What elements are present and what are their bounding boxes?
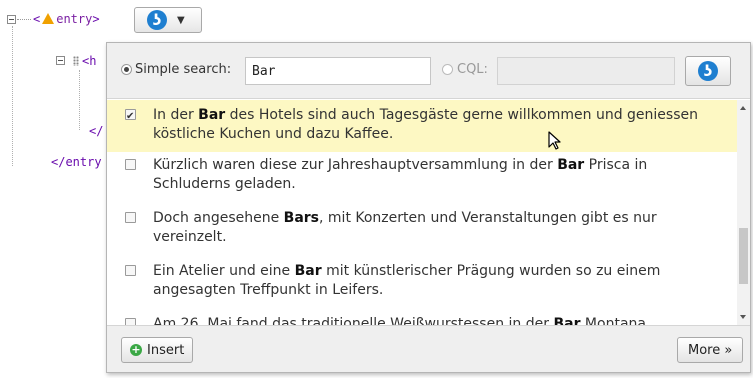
- result-row[interactable]: In der Bar des Hotels sind auch Tagesgäs…: [107, 100, 737, 152]
- match-highlight: Bar: [557, 157, 585, 173]
- tree-toggle-entry[interactable]: [7, 15, 16, 24]
- result-text: In der Bar des Hotels sind auch Tagesgäs…: [153, 107, 698, 142]
- insert-button-label: Insert: [147, 342, 185, 358]
- simple-search-label: Simple search:: [135, 62, 232, 77]
- korap-search-button[interactable]: ʖ ▼: [134, 7, 202, 33]
- xml-bracket: <: [33, 12, 41, 26]
- more-button[interactable]: More »: [677, 337, 744, 363]
- scroll-thumb[interactable]: [739, 228, 748, 284]
- xml-entry-close: </entry: [51, 155, 102, 169]
- result-text: Doch angesehene Bars, mit Konzerten und …: [153, 210, 657, 245]
- korap-logo-icon: ʖ: [147, 10, 167, 30]
- xml-bracket: </: [89, 124, 104, 138]
- match-highlight: Bar: [553, 316, 581, 325]
- tree-connector: [17, 19, 31, 20]
- korap-logo-icon: ʖ: [698, 61, 718, 81]
- warning-icon: [42, 13, 55, 24]
- match-highlight: Bar: [294, 263, 322, 279]
- match-highlight: Bar: [198, 107, 226, 123]
- scroll-down-arrow-icon[interactable]: [740, 315, 746, 319]
- results-scrollbar[interactable]: [737, 100, 750, 325]
- run-search-button[interactable]: ʖ: [685, 56, 731, 86]
- result-row[interactable]: Ein Atelier und eine Bar mit künstlerisc…: [107, 262, 737, 314]
- result-text: Ein Atelier und eine Bar mit künstlerisc…: [153, 263, 661, 298]
- xml-end-tag: </entry: [51, 155, 102, 169]
- drag-grip-icon[interactable]: [73, 56, 79, 66]
- cql-label: CQL:: [457, 62, 488, 77]
- result-text: Kürzlich waren diese zur Jahreshauptvers…: [153, 157, 648, 192]
- cql-input[interactable]: [497, 57, 675, 85]
- result-checkbox[interactable]: [125, 318, 136, 325]
- mouse-cursor-icon: [548, 131, 561, 150]
- tree-vline: [12, 26, 13, 166]
- result-row[interactable]: Am 26. Mai fand das traditionelle Weißwu…: [107, 315, 737, 325]
- search-popup: Simple search: Bar CQL: ʖ In der Bar des…: [106, 42, 751, 373]
- tree-vline: [79, 70, 80, 130]
- match-highlight: Bars: [283, 210, 320, 226]
- xml-bracket: <h: [82, 54, 97, 68]
- xml-child-open: <h: [82, 54, 96, 68]
- results-list[interactable]: In der Bar des Hotels sind auch Tagesgäs…: [107, 100, 737, 325]
- result-text: Am 26. Mai fand das traditionelle Weißwu…: [153, 316, 646, 325]
- more-button-label: More »: [688, 342, 733, 358]
- search-bar: Simple search: Bar CQL: ʖ: [107, 43, 750, 99]
- simple-search-radio[interactable]: [121, 64, 132, 75]
- result-row[interactable]: Doch angesehene Bars, mit Konzerten und …: [107, 209, 737, 261]
- xml-inner-close: </: [89, 124, 103, 138]
- simple-search-input[interactable]: Bar: [245, 57, 431, 85]
- result-row[interactable]: Kürzlich waren diese zur Jahreshauptvers…: [107, 156, 737, 208]
- scroll-up-arrow-icon[interactable]: [740, 106, 746, 110]
- result-checkbox[interactable]: [125, 265, 136, 276]
- xml-entry-open: < entry>: [33, 12, 100, 26]
- popup-footer: + Insert More »: [107, 325, 750, 372]
- cql-radio[interactable]: [442, 64, 453, 75]
- insert-plus-icon: +: [130, 343, 142, 356]
- xml-bracket: >: [92, 12, 100, 26]
- insert-button[interactable]: + Insert: [121, 337, 194, 363]
- tree-toggle-child[interactable]: [56, 56, 65, 65]
- result-checkbox[interactable]: [125, 159, 136, 170]
- result-checkbox[interactable]: [125, 212, 136, 223]
- dropdown-caret-icon: ▼: [177, 14, 185, 26]
- result-checkbox[interactable]: [125, 107, 136, 126]
- xml-tag-name: entry: [56, 12, 93, 26]
